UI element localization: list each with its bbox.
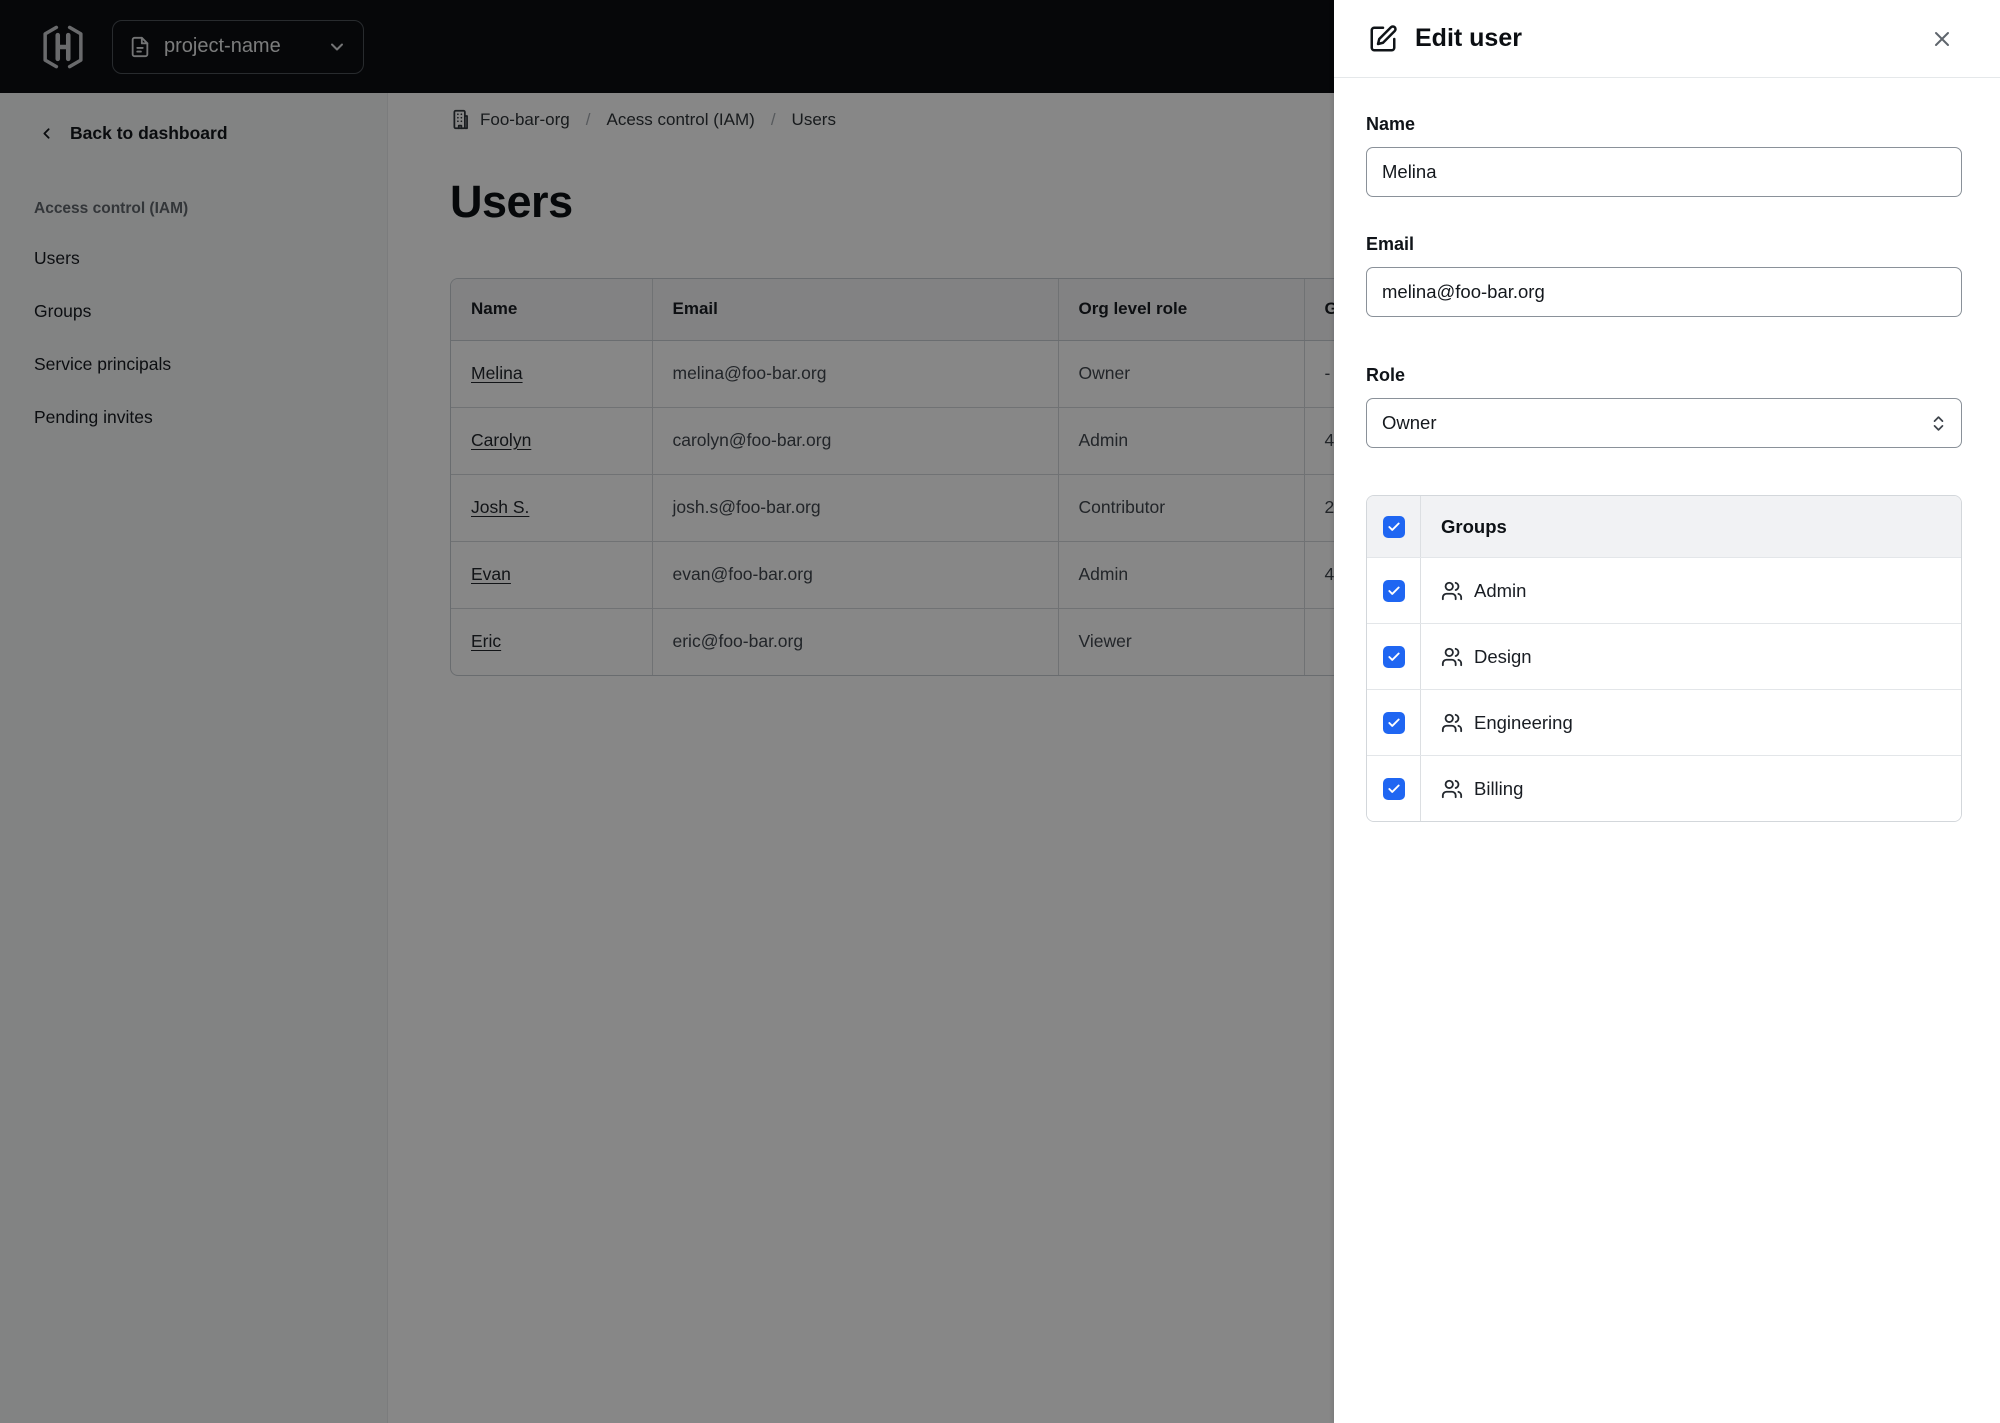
group-label: Engineering bbox=[1474, 711, 1573, 733]
groups-header-row: Groups bbox=[1367, 496, 1961, 557]
group-row-design: Design bbox=[1367, 623, 1961, 689]
groups-checklist: Groups Admin Design Engineering Billing bbox=[1366, 495, 1962, 822]
close-icon bbox=[1935, 31, 1949, 46]
edit-user-drawer: Edit user Name Email Role Owner bbox=[1334, 0, 2000, 1423]
group-checkbox-billing[interactable] bbox=[1382, 777, 1405, 800]
email-field-group: Email bbox=[1366, 234, 1962, 317]
check-icon bbox=[1387, 522, 1400, 531]
name-field-label: Name bbox=[1366, 114, 1416, 134]
email-field[interactable] bbox=[1366, 267, 1962, 317]
email-field-label: Email bbox=[1366, 234, 1415, 254]
role-select-value: Owner bbox=[1382, 412, 1437, 433]
edit-pencil-icon bbox=[1370, 24, 1397, 51]
check-icon bbox=[1387, 652, 1400, 661]
group-row-admin: Admin bbox=[1367, 557, 1961, 623]
drawer-header: Edit user bbox=[1334, 0, 2000, 78]
group-label: Design bbox=[1474, 645, 1532, 667]
groups-header-label: Groups bbox=[1441, 515, 1507, 537]
name-field[interactable] bbox=[1366, 147, 1962, 197]
role-field-label: Role bbox=[1366, 365, 1406, 385]
check-icon bbox=[1387, 718, 1400, 727]
check-icon bbox=[1387, 586, 1400, 595]
role-select[interactable]: Owner bbox=[1366, 398, 1962, 448]
group-checkbox-design[interactable] bbox=[1382, 645, 1405, 668]
users-group-icon bbox=[1441, 713, 1463, 732]
users-group-icon bbox=[1441, 581, 1463, 600]
close-drawer-button[interactable] bbox=[1930, 26, 1956, 52]
drawer-body: Name Email Role Owner bbox=[1334, 78, 2000, 822]
group-label: Billing bbox=[1474, 777, 1524, 799]
group-checkbox-admin[interactable] bbox=[1382, 579, 1405, 602]
users-group-icon bbox=[1441, 647, 1463, 666]
drawer-title: Edit user bbox=[1415, 24, 1522, 52]
group-row-engineering: Engineering bbox=[1367, 689, 1961, 755]
check-icon bbox=[1387, 784, 1400, 793]
name-field-group: Name bbox=[1366, 114, 1962, 197]
group-row-billing: Billing bbox=[1367, 755, 1961, 821]
group-checkbox-engineering[interactable] bbox=[1382, 711, 1405, 734]
group-label: Admin bbox=[1474, 579, 1527, 601]
select-all-groups-checkbox[interactable] bbox=[1382, 515, 1405, 538]
users-group-icon bbox=[1441, 779, 1463, 798]
role-field-group: Role Owner bbox=[1366, 365, 1962, 448]
select-chevrons-icon bbox=[1933, 415, 1944, 431]
